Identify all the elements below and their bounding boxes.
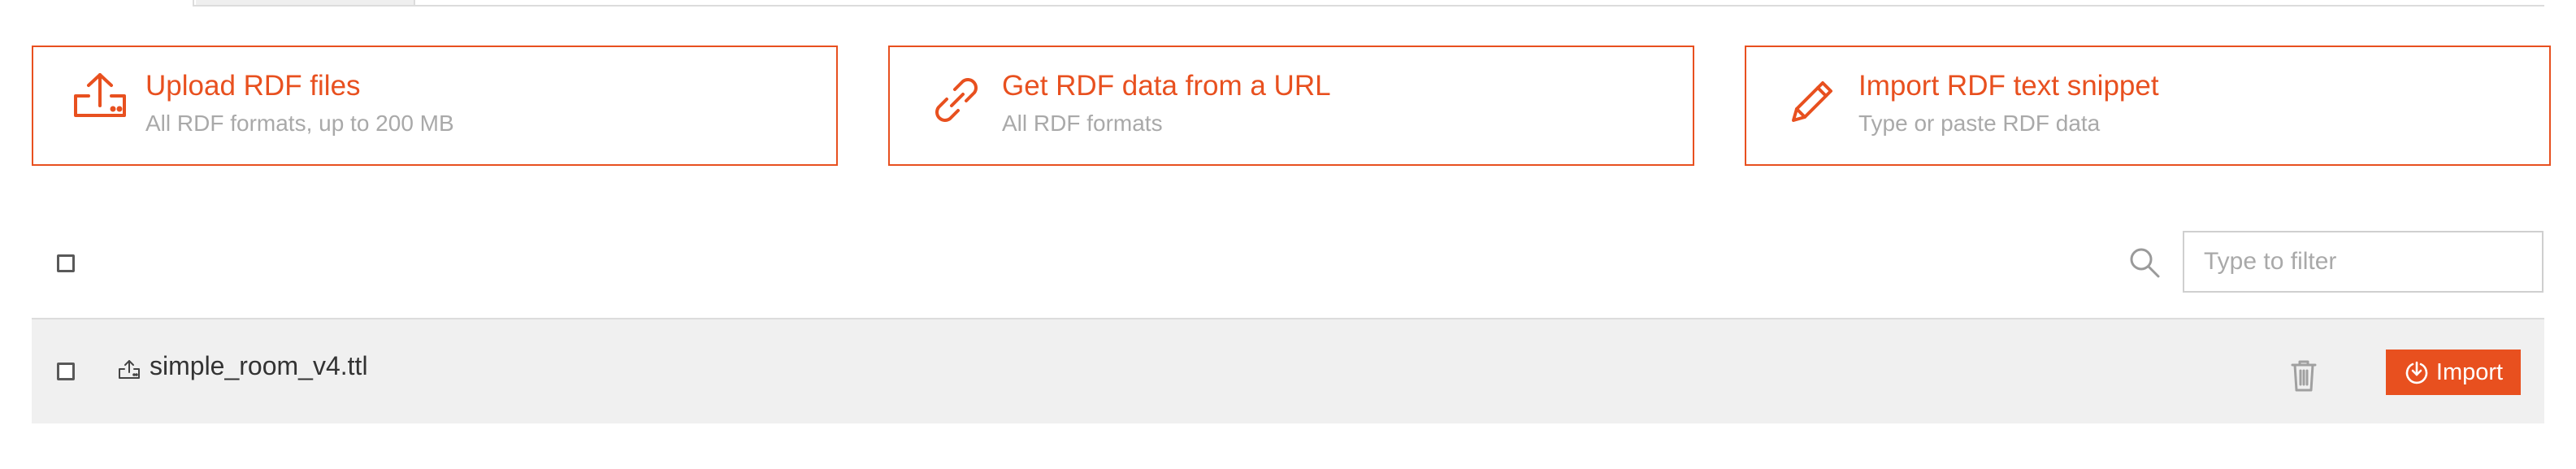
upload-file-icon bbox=[119, 360, 140, 379]
import-button[interactable]: Import bbox=[2386, 350, 2521, 395]
tabs-divider bbox=[32, 5, 2544, 7]
file-name: simple_room_v4.ttl bbox=[150, 351, 368, 380]
card-subtitle: All RDF formats bbox=[1002, 111, 1163, 136]
select-all-checkbox[interactable] bbox=[57, 254, 75, 272]
pencil-icon bbox=[1792, 81, 1832, 122]
filter-input[interactable] bbox=[2183, 231, 2543, 293]
file-row-checkbox[interactable] bbox=[57, 363, 75, 380]
trash-icon[interactable] bbox=[2288, 358, 2320, 393]
search-icon bbox=[2130, 248, 2160, 278]
file-row bbox=[32, 319, 2544, 423]
tab-active[interactable] bbox=[32, 0, 194, 7]
import-rdf-snippet-card[interactable]: Import RDF text snippet Type or paste RD… bbox=[1745, 46, 2551, 166]
card-subtitle: All RDF formats, up to 200 MB bbox=[145, 111, 454, 136]
card-title: Get RDF data from a URL bbox=[1002, 70, 1331, 102]
card-subtitle: Type or paste RDF data bbox=[1858, 111, 2101, 136]
tabs-strip bbox=[32, 0, 2544, 7]
link-icon bbox=[935, 78, 978, 122]
card-title: Import RDF text snippet bbox=[1858, 70, 2159, 102]
import-icon bbox=[2405, 361, 2428, 384]
get-rdf-from-url-card[interactable]: Get RDF data from a URL All RDF formats bbox=[888, 46, 1694, 166]
tab-inactive[interactable] bbox=[196, 0, 415, 5]
import-button-label: Import bbox=[2435, 358, 2504, 385]
card-title: Upload RDF files bbox=[145, 70, 361, 102]
upload-icon bbox=[74, 73, 126, 117]
upload-rdf-files-card[interactable]: Upload RDF files All RDF formats, up to … bbox=[32, 46, 838, 166]
